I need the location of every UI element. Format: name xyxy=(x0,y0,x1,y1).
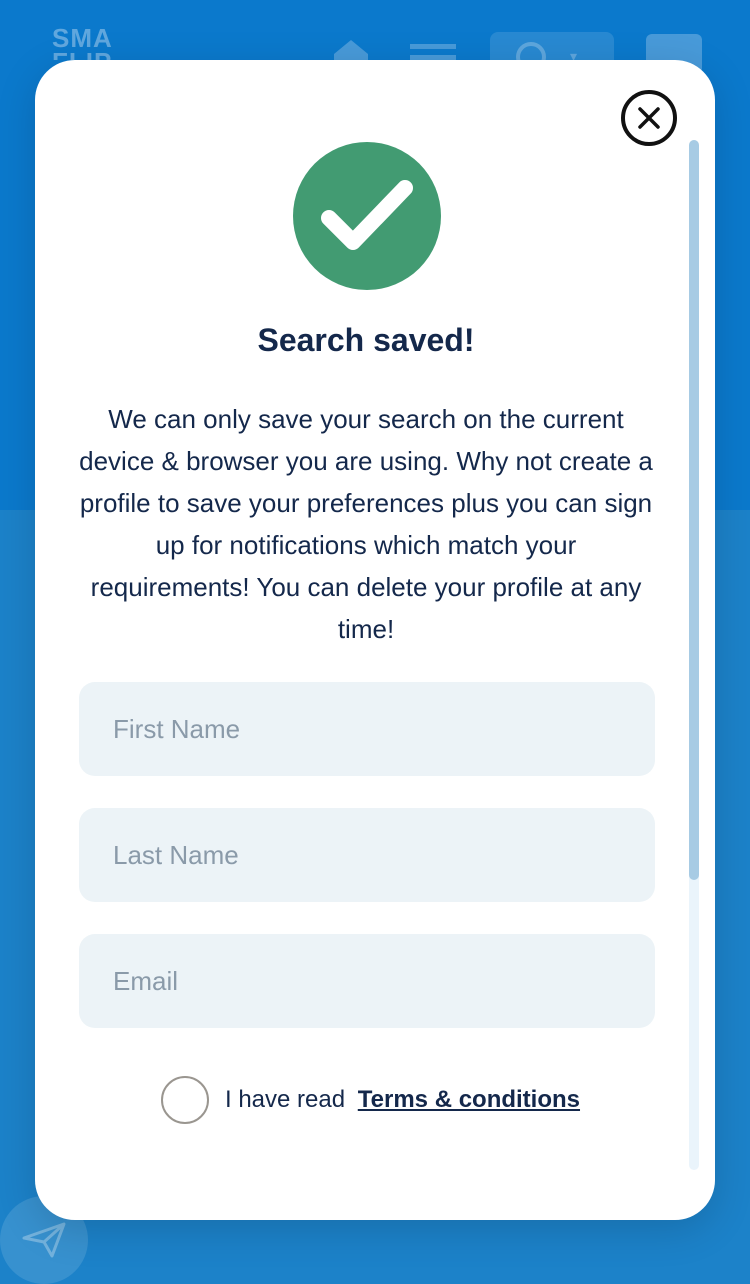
close-button[interactable] xyxy=(621,90,677,146)
modal-scrollbar[interactable] xyxy=(689,140,699,1170)
first-name-field[interactable] xyxy=(79,682,655,776)
scrollbar-thumb[interactable] xyxy=(689,140,699,880)
app-logo: SMA FLIP xyxy=(52,26,112,60)
checkmark-icon xyxy=(321,180,413,250)
success-badge xyxy=(293,142,441,290)
terms-row: I have read Terms & conditions xyxy=(161,1076,580,1124)
modal-description: We can only save your search on the curr… xyxy=(79,404,653,644)
last-name-field[interactable] xyxy=(79,808,655,902)
menu-icon[interactable] xyxy=(410,44,456,60)
save-search-modal: Search saved! We can only save your sear… xyxy=(35,60,715,1220)
home-icon[interactable] xyxy=(334,40,368,60)
terms-checkbox[interactable] xyxy=(161,1076,209,1124)
close-icon xyxy=(638,107,660,129)
terms-prefix: I have read xyxy=(225,1086,346,1113)
send-icon xyxy=(22,1222,66,1258)
terms-link[interactable]: Terms & conditions xyxy=(358,1086,580,1113)
modal-title: Search saved! xyxy=(257,322,475,358)
terms-label: I have read Terms & conditions xyxy=(225,1086,580,1114)
email-field[interactable] xyxy=(79,934,655,1028)
